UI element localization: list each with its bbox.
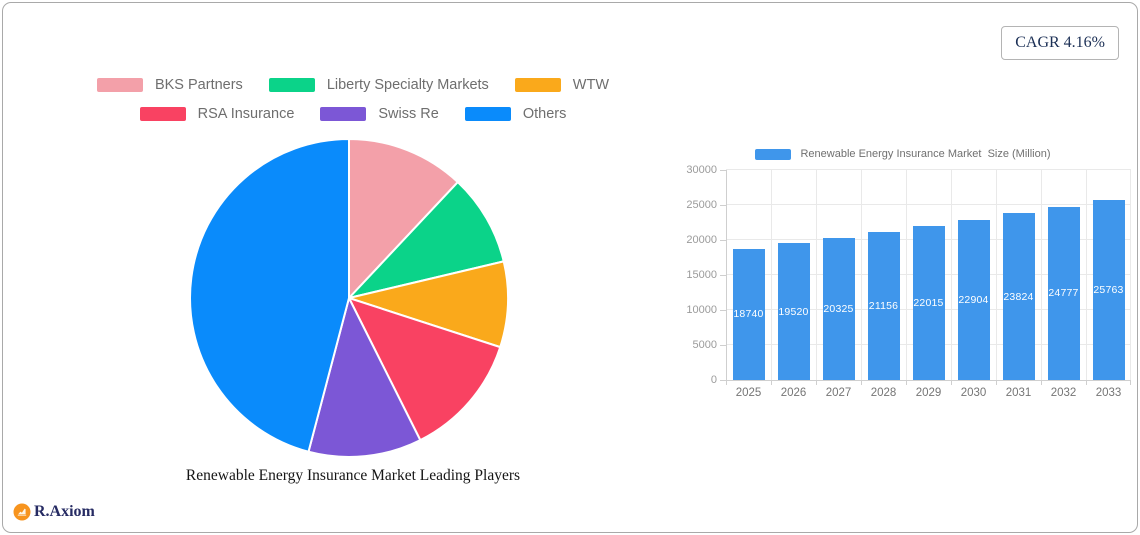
x-axis-label: 2025 [735,387,762,399]
cagr-badge: CAGR 4.16% [1001,26,1119,60]
pie-legend-swatch [464,107,511,121]
bar-2033: 25763 [1092,199,1125,380]
x-axis-label: 2029 [915,387,942,399]
pie-legend-item[interactable]: BKS Partners [96,77,243,93]
x-gridline [1041,170,1042,380]
x-gridline [1086,170,1087,380]
pie-legend-item[interactable]: WTW [514,77,610,93]
x-tick [726,380,727,385]
x-gridline [996,170,997,380]
pie-legend-item[interactable]: Swiss Re [320,106,439,122]
report-card: CAGR 4.16% BKS Partners Liberty Specialty… [2,2,1138,533]
bar-value-label: 25763 [1093,283,1124,296]
x-tick [1041,380,1042,385]
pie-legend-item[interactable]: Liberty Specialty Markets [268,77,489,93]
y-axis-label: 30000 [686,164,717,176]
y-axis-label: 15000 [686,269,717,281]
x-tick [996,380,997,385]
y-axis-label: 0 [710,374,717,386]
pie-legend-swatch [96,78,143,92]
pie-legend-row: BKS Partners Liberty Specialty Markets WTW [96,77,610,93]
pie-legend-row: RSA Insurance Swiss Re Others [139,106,567,122]
x-tick [951,380,952,385]
bar-2030: 22904 [957,219,990,380]
x-gridline [1130,170,1131,380]
y-axis-label: 20000 [686,234,717,246]
brand-logo: R.Axiom [13,503,95,521]
pie-chart-svg [189,138,509,458]
x-axis-label: 2027 [825,387,852,399]
x-gridline [726,170,727,380]
y-gridline [726,380,1131,381]
pie-legend-swatch [320,107,367,121]
bar-2032: 24777 [1047,206,1080,380]
bar-value-label: 19520 [778,305,809,318]
pie-legend-label: BKS Partners [154,77,243,93]
pie-legend-label: RSA Insurance [197,106,295,122]
x-gridline [816,170,817,380]
bar-2026: 19520 [777,243,810,380]
pie-legend: BKS Partners Liberty Specialty Markets WTW… [3,77,703,122]
pie-legend-label: Others [522,106,567,122]
x-tick [1130,380,1131,385]
bar-value-label: 22015 [913,296,944,309]
pie-legend-label: Swiss Re [378,106,439,122]
y-gridline [726,204,1131,205]
bar-2025: 18740 [732,248,765,380]
x-tick [771,380,772,385]
x-axis-label: 2031 [1005,387,1032,399]
brand-logo-text: R.Axiom [34,503,95,520]
bar-2029: 22015 [912,225,945,380]
x-axis-label: 2026 [780,387,807,399]
pie-legend-swatch [268,78,315,92]
pie-legend-item[interactable]: Others [464,106,567,122]
bar-value-label: 18740 [733,308,764,321]
x-axis-label: 2032 [1050,387,1077,399]
x-tick [1086,380,1087,385]
y-axis-label: 5000 [692,339,717,351]
x-tick [816,380,817,385]
bar-2031: 23824 [1002,213,1035,380]
pie-legend-label: Liberty Specialty Markets [326,77,489,93]
pie-legend-swatch [139,107,186,121]
bar-value-label: 23824 [1003,290,1034,303]
pie-chart [188,137,510,459]
bar-chart: 0 5000 10000 15000 20000 25000 30000 18740 2025 1… [686,164,1131,399]
bar-2028: 21156 [867,231,900,380]
bar-value-label: 20325 [823,302,854,315]
pie-legend-item[interactable]: RSA Insurance [139,106,295,122]
x-tick [906,380,907,385]
y-gridline [726,169,1131,170]
x-axis-label: 2033 [1095,387,1122,399]
pie-chart-title: Renewable Energy Insurance Market Leadin… [185,467,521,484]
x-axis-label: 2028 [870,387,897,399]
pie-legend-swatch [514,78,561,92]
y-axis-label: 10000 [686,304,717,316]
bar-value-label: 22904 [958,293,989,306]
bar-value-label: 21156 [868,299,899,312]
x-gridline [951,170,952,380]
bar-value-label: 24777 [1048,287,1079,300]
x-gridline [861,170,862,380]
growth-chart-icon [13,503,31,521]
bar-legend-swatch [755,148,792,160]
x-gridline [771,170,772,380]
x-gridline [906,170,907,380]
x-tick [861,380,862,385]
bar-legend-label: Renewable Energy Insurance Market Size (… [800,148,1051,160]
x-axis-label: 2030 [960,387,987,399]
y-axis-label: 25000 [686,199,717,211]
bar-2027: 20325 [822,237,855,380]
bar-chart-legend[interactable]: Renewable Energy Insurance Market Size (… [663,148,1137,160]
pie-legend-label: WTW [572,77,610,93]
